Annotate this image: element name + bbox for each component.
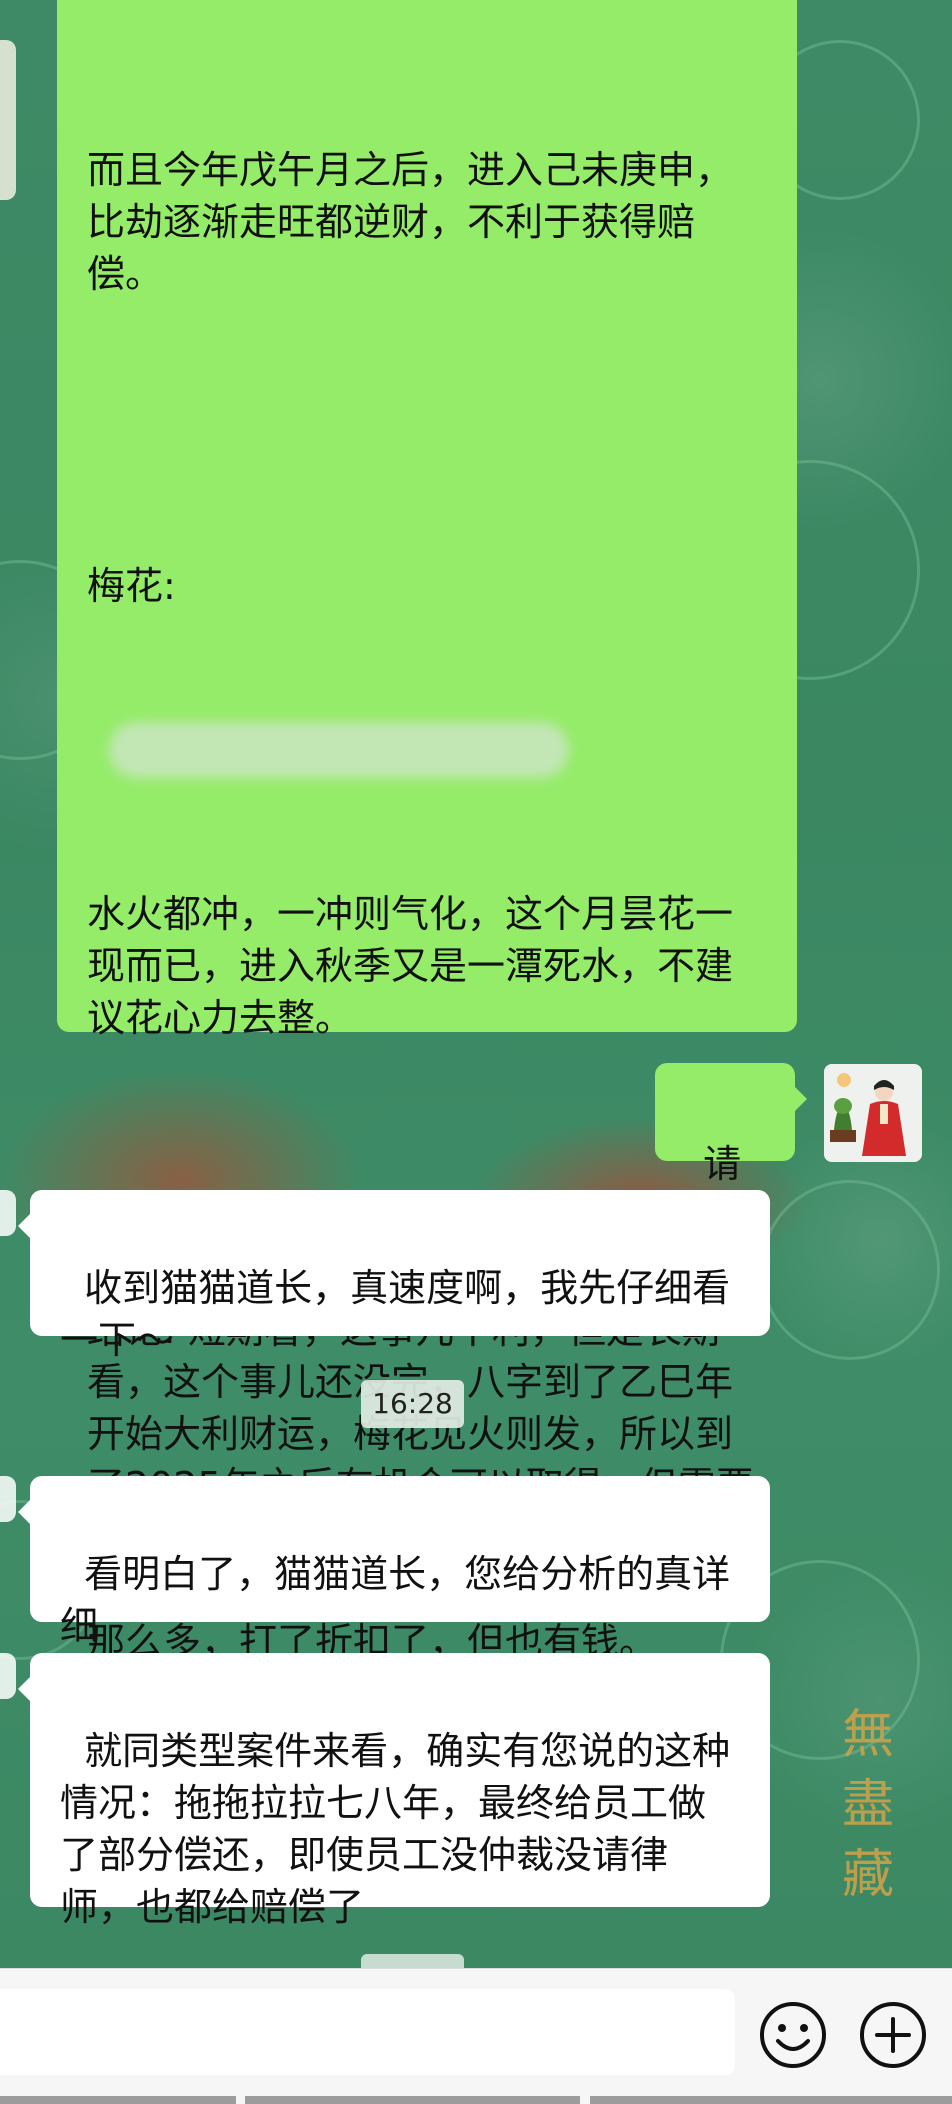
background-seal-text: 無盡藏 [841, 1705, 894, 1905]
avatar[interactable] [824, 1064, 922, 1162]
avatar-portrait-icon [824, 1064, 922, 1162]
emoji-smile-icon[interactable] [757, 1999, 829, 2071]
message-text: 就同类型案件来看，确实有您说的这种情况：拖拖拉拉七八年，最终给员工做了部分偿还，… [60, 1729, 731, 1929]
message-paragraph-label: 梅花: [87, 564, 176, 608]
left-edge-peek [0, 40, 16, 200]
message-paragraph: 水火都冲，一冲则气化，这个月昙花一现而已，进入秋季又是一潭死水，不建议花心力去整… [87, 892, 734, 1040]
blurred-redaction [109, 722, 569, 778]
left-edge-peek [0, 1476, 16, 1522]
message-bubble-outgoing-reply[interactable]: 请收 [655, 1063, 807, 1238]
input-bar [0, 1968, 952, 2104]
message-bubble-incoming[interactable]: 收到猫猫道长，真速度啊，我先仔细看一下～ [18, 1190, 770, 1362]
plus-circle-icon[interactable] [857, 1999, 929, 2071]
message-bubble-incoming[interactable]: 看明白了，猫猫道长，您给分析的真详细 [18, 1476, 770, 1648]
left-edge-peek [0, 1653, 16, 1699]
message-bubble-incoming[interactable]: 就同类型案件来看，确实有您说的这种情况：拖拖拉拉七八年，最终给员工做了部分偿还，… [18, 1653, 770, 1929]
left-edge-peek [0, 1190, 16, 1236]
message-bubble-outgoing-analysis[interactable]: 而且今年戊午月之后，进入己未庚申，比劫逐渐走旺都逆财，不利于获得赔偿。 梅花: … [57, 0, 797, 1664]
message-paragraph: 而且今年戊午月之后，进入己未庚申，比劫逐渐走旺都逆财，不利于获得赔偿。 [87, 148, 734, 296]
message-timestamp: 16:28 [361, 1380, 464, 1428]
timestamp-partial [361, 1954, 464, 1968]
keyboard-edge [0, 2096, 952, 2104]
message-input[interactable] [0, 1989, 735, 2075]
